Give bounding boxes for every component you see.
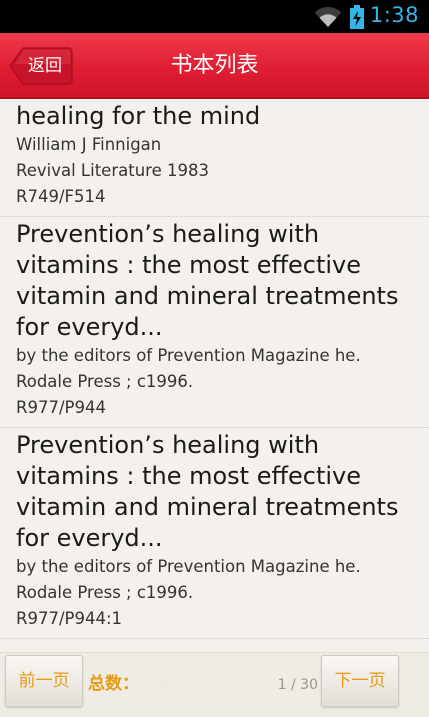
list-item[interactable]: Prevention’s healing with vitamins : the… (0, 217, 429, 428)
book-call-number: R977/P944:1 (16, 609, 123, 628)
list-item[interactable]: Prevention’s healing with vitamins : the… (0, 428, 429, 639)
book-author: by the editors of Prevention Magazine he… (16, 346, 361, 365)
list-item[interactable]: healing for the mind William J Finnigan … (0, 99, 429, 217)
book-author: William J Finnigan (16, 135, 162, 154)
pagination-bar: 前一页 总数： 582 1 / 30 下一页 (0, 652, 429, 717)
prev-page-button[interactable]: 前一页 (5, 655, 83, 707)
total-count-value: 582 (148, 674, 181, 694)
status-bar: 1:38 (0, 0, 429, 33)
book-title: healing for the mind (16, 102, 261, 130)
book-publisher: Rodale Press ; c1996. (16, 583, 194, 602)
total-count-label: 总数： (88, 674, 139, 694)
book-call-number: R977/P944 (16, 398, 106, 417)
page-indicator: 1 / 30 (277, 677, 318, 693)
book-publisher: Revival Literature 1983 (16, 161, 209, 180)
book-publisher: Rodale Press ; c1996. (16, 372, 194, 391)
status-time: 1:38 (369, 3, 419, 27)
book-title: Prevention’s healing with vitamins : the… (16, 220, 399, 341)
title-bar: 返回 书本列表 (0, 33, 429, 99)
wifi-icon (314, 6, 342, 32)
battery-charging-icon (350, 5, 364, 33)
book-call-number: R749/F514 (16, 187, 106, 206)
next-page-button[interactable]: 下一页 (321, 655, 399, 707)
page-title: 书本列表 (170, 53, 259, 78)
book-list: healing for the mind William J Finnigan … (0, 99, 429, 652)
book-author: by the editors of Prevention Magazine he… (16, 557, 361, 576)
book-title: Prevention’s healing with vitamins : the… (16, 431, 399, 552)
